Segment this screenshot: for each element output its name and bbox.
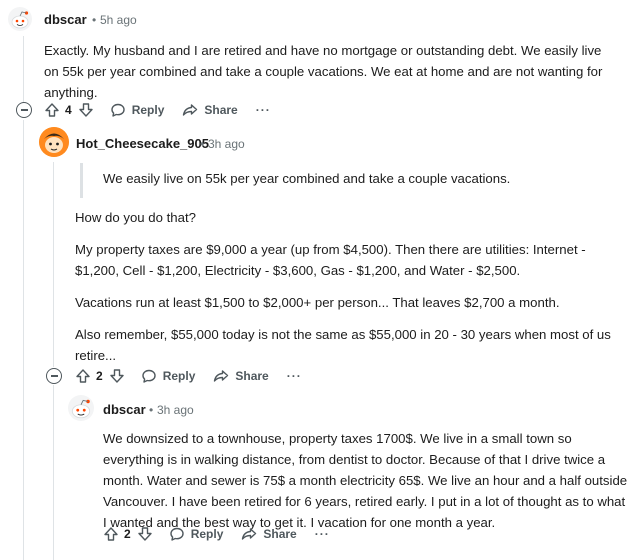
reddit-avatar-icon <box>71 399 91 419</box>
username[interactable]: Hot_Cheesecake_905 <box>76 136 209 151</box>
vote-controls: 4 <box>44 102 94 118</box>
comment-paragraph: Also remember, $55,000 today is not the … <box>75 327 611 363</box>
thread-line <box>53 385 54 560</box>
collapse-thread-button[interactable] <box>46 368 62 384</box>
share-icon <box>242 528 257 540</box>
thread-line <box>53 162 54 367</box>
timestamp[interactable]: 5h ago <box>100 13 137 27</box>
avatar[interactable] <box>68 395 94 421</box>
avatar[interactable] <box>39 127 69 157</box>
timestamp[interactable]: 3h ago <box>157 403 194 417</box>
share-button[interactable]: Share <box>241 526 297 542</box>
more-options-button[interactable]: ··· <box>256 103 271 117</box>
username[interactable]: dbscar <box>44 12 87 27</box>
reply-label: Reply <box>190 527 224 541</box>
reddit-avatar-icon <box>11 11 29 29</box>
username[interactable]: dbscar <box>103 402 146 417</box>
share-label: Share <box>235 369 269 383</box>
vote-count: 2 <box>124 527 131 541</box>
downvote-icon[interactable] <box>137 526 153 542</box>
share-label: Share <box>263 527 297 541</box>
reply-button[interactable]: Reply <box>110 102 165 118</box>
comment-paragraph: Exactly. My husband and I are retired an… <box>44 43 603 100</box>
reply-button[interactable]: Reply <box>141 368 196 384</box>
timestamp[interactable]: 3h ago <box>208 137 245 151</box>
meta-separator: • <box>92 13 97 27</box>
share-icon <box>214 370 229 382</box>
comment-paragraph: How do you do that? <box>75 210 196 225</box>
reply-label: Reply <box>131 103 165 117</box>
downvote-icon[interactable] <box>78 102 94 118</box>
vote-controls: 2 <box>75 368 125 384</box>
share-button[interactable]: Share <box>182 102 238 118</box>
comment-body: How do you do that? My property taxes ar… <box>75 207 615 366</box>
comment-actions: 2 Reply Share ··· <box>103 523 348 545</box>
comment-actions: 2 Reply Share ··· <box>75 365 320 387</box>
thread-line <box>23 36 24 102</box>
upvote-icon[interactable] <box>44 102 60 118</box>
comment-bubble-icon <box>141 369 156 383</box>
comment-body: We downsized to a townhouse, property ta… <box>103 428 630 533</box>
meta-separator: • <box>149 403 154 417</box>
thread-line <box>23 120 24 560</box>
upvote-icon[interactable] <box>103 526 119 542</box>
vote-count: 2 <box>96 369 103 383</box>
downvote-icon[interactable] <box>109 368 125 384</box>
avatar[interactable] <box>8 7 32 31</box>
comment-paragraph: We downsized to a townhouse, property ta… <box>103 431 628 530</box>
share-label: Share <box>204 103 238 117</box>
user-avatar-icon <box>39 127 69 157</box>
vote-controls: 2 <box>103 526 153 542</box>
more-options-button[interactable]: ··· <box>315 527 330 541</box>
more-options-button[interactable]: ··· <box>287 369 302 383</box>
comment-paragraph: Vacations run at least $1,500 to $2,000+… <box>75 295 560 310</box>
upvote-icon[interactable] <box>75 368 91 384</box>
vote-count: 4 <box>65 103 72 117</box>
share-icon <box>183 104 198 116</box>
comment-bubble-icon <box>110 103 125 117</box>
comment-bubble-icon <box>169 527 184 541</box>
reply-button[interactable]: Reply <box>169 526 224 542</box>
reply-label: Reply <box>162 369 196 383</box>
comment-actions: 4 Reply Share ··· <box>44 99 289 121</box>
comment-paragraph: My property taxes are $9,000 a year (up … <box>75 242 586 278</box>
comment-body: Exactly. My husband and I are retired an… <box>44 40 609 103</box>
quoted-text: We easily live on 55k per year combined … <box>80 163 613 198</box>
meta-separator: • <box>200 137 205 151</box>
share-button[interactable]: Share <box>213 368 269 384</box>
collapse-thread-button[interactable] <box>16 102 32 118</box>
